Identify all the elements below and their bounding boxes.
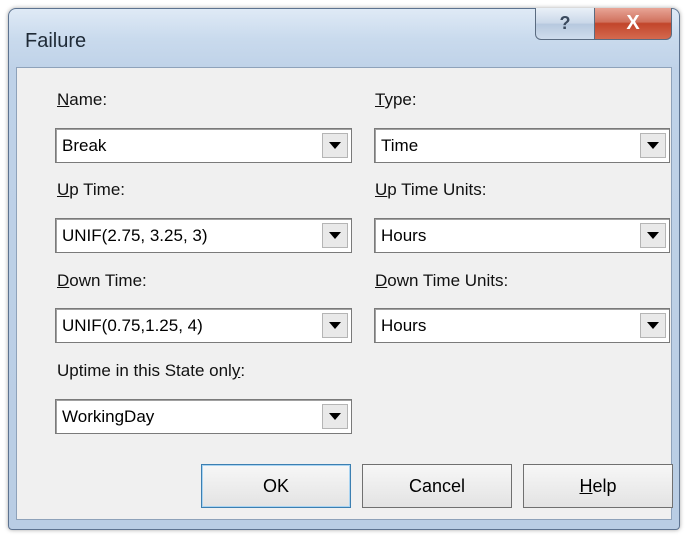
down-time-units-value: Hours [381,316,427,335]
down-time-label: Down Time: [57,271,147,290]
up-time-units-dropdown[interactable]: Hours [374,218,670,253]
close-button[interactable]: X [594,8,672,40]
up-time-units-value: Hours [381,226,427,245]
type-value: Time [381,136,419,155]
chevron-down-icon[interactable] [322,313,348,338]
dialog-body: Name: Break Type: Time Up Time: UNIF(2.7… [16,67,673,520]
help-button[interactable]: Help [523,464,673,508]
chevron-down-icon[interactable] [640,133,666,158]
cancel-button[interactable]: Cancel [362,464,512,508]
down-time-value: UNIF(0.75,1.25, 4) [62,316,203,335]
chevron-down-icon[interactable] [322,133,348,158]
chevron-down-icon[interactable] [640,313,666,338]
down-time-units-label: Down Time Units: [375,271,509,290]
ok-label: OK [262,475,289,496]
name-label: Name: [57,90,108,109]
chevron-down-icon[interactable] [322,223,348,248]
chevron-down-icon[interactable] [640,223,666,248]
up-time-dropdown[interactable]: UNIF(2.75, 3.25, 3) [55,218,352,253]
window-title: Failure [25,30,87,52]
cancel-label: Cancel [408,475,466,496]
uptime-state-dropdown[interactable]: WorkingDay [55,399,352,434]
uptime-state-label: Uptime in this State only: [57,361,246,380]
title-bar[interactable]: Failure ? X [9,8,679,67]
help-title-button[interactable]: ? [535,8,595,40]
question-icon: ? [559,13,571,33]
name-value: Break [62,136,107,155]
chevron-down-icon[interactable] [322,404,348,429]
type-dropdown[interactable]: Time [374,128,670,163]
type-label: Type: [375,90,417,109]
help-label: Help [579,475,617,496]
uptime-state-value: WorkingDay [62,407,155,426]
failure-dialog: Failure ? X Name: Break Type: Time Up Ti… [8,8,680,530]
up-time-value: UNIF(2.75, 3.25, 3) [62,226,208,245]
ok-button[interactable]: OK [201,464,351,508]
name-dropdown[interactable]: Break [55,128,352,163]
down-time-dropdown[interactable]: UNIF(0.75,1.25, 4) [55,308,352,343]
up-time-label: Up Time: [57,180,126,199]
down-time-units-dropdown[interactable]: Hours [374,308,670,343]
up-time-units-label: Up Time Units: [375,180,487,199]
close-icon: X [626,12,640,34]
